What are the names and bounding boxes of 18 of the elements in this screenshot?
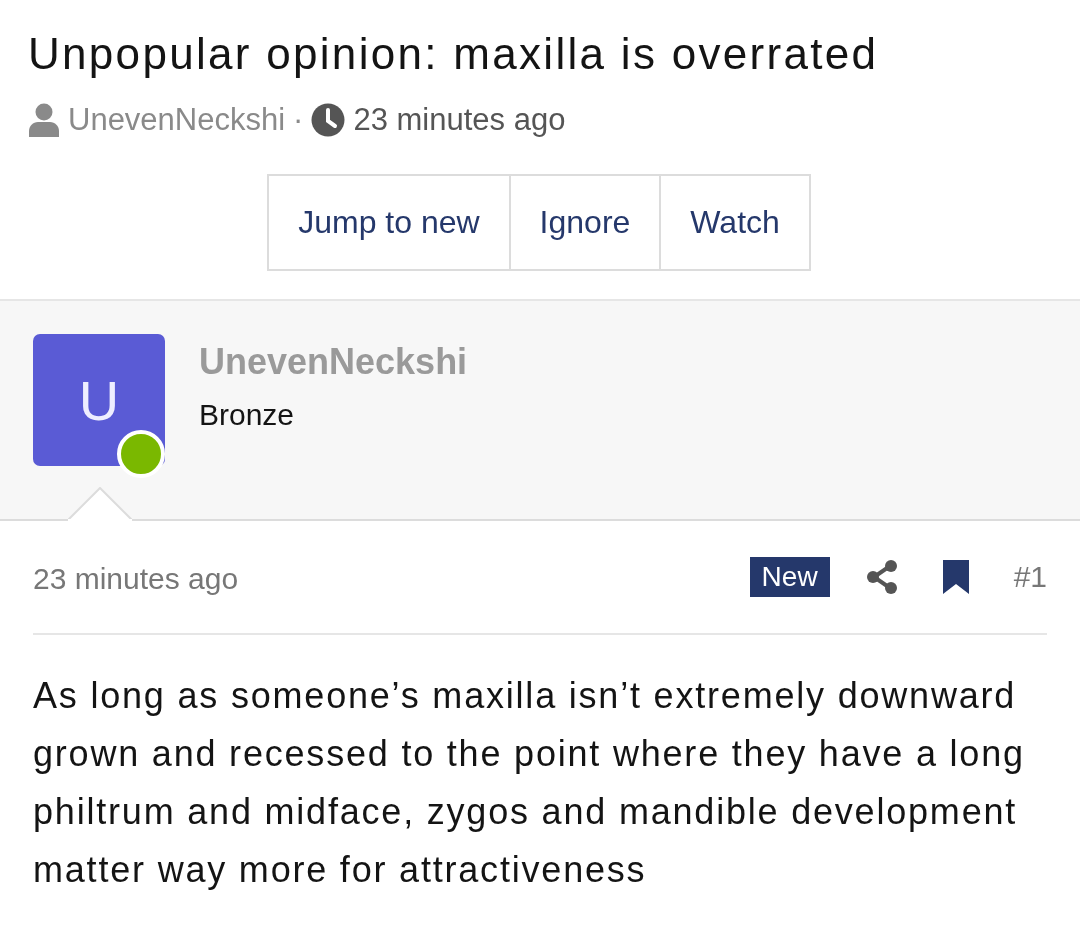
user-rank: Bronze — [199, 398, 296, 432]
user-avatar[interactable]: U — [33, 334, 165, 466]
post-time[interactable]: 23 minutes ago — [33, 562, 750, 596]
post-number[interactable]: #1 — [1013, 560, 1047, 594]
clock-icon — [311, 103, 346, 137]
username[interactable]: UnevenNeckshi — [199, 338, 468, 386]
post-body: As long as someone’s maxilla isn’t extremely downward grown and recessed to the point where they have a long philtrum and midface, zygos and mandible development matter way more for attractiveness — [33, 674, 1026, 892]
action-button[interactable]: Watch — [659, 174, 811, 271]
action-button[interactable]: Ignore — [508, 174, 662, 271]
author-link[interactable]: UnevenNeckshi — [68, 100, 286, 140]
bookmark-icon[interactable] — [941, 560, 970, 594]
new-badge: New — [749, 557, 830, 597]
thread-title: Unpopular opinion: maxilla is overrated — [28, 28, 880, 80]
share-icon[interactable] — [865, 560, 898, 594]
action-button[interactable]: Jump to new — [267, 174, 511, 271]
separator: · — [293, 101, 304, 139]
user-icon — [28, 103, 60, 137]
thread-time: 23 minutes ago — [353, 101, 566, 139]
